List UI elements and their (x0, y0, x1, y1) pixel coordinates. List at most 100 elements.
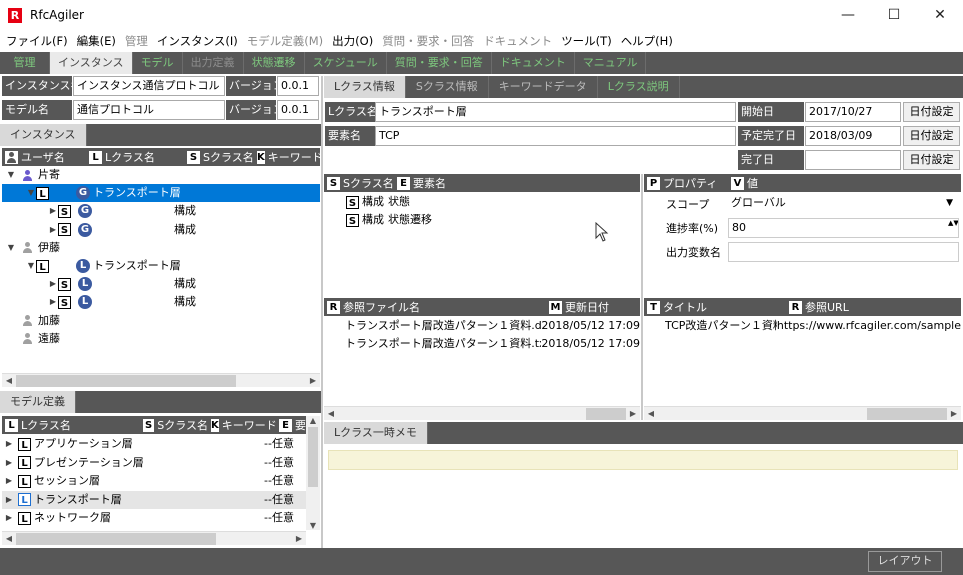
tree-row[interactable]: ▼ L L トランスポート層 (2, 257, 320, 275)
menu-item-1[interactable]: 編集(E) (77, 33, 116, 49)
property-value-spinner[interactable]: 80 ▲▼ (728, 218, 959, 238)
tab-model-definition[interactable]: モデル定義 (0, 391, 76, 413)
right-tab-1[interactable]: Sクラス情報 (406, 76, 489, 98)
toolbar-tab-1[interactable]: インスタンス (50, 52, 133, 74)
expand-arrow-icon[interactable]: ▶ (48, 221, 58, 239)
expand-arrow-icon[interactable]: ▼ (26, 257, 36, 275)
model-header-col-1[interactable]: S Sクラス名 (140, 417, 208, 433)
instance-header-col-2[interactable]: S Sクラス名 (184, 149, 254, 165)
ref-file-row[interactable]: トランスポート層改造パターン１資料.docx 2018/05/12 17:09 (345, 317, 640, 335)
right-tab-2[interactable]: キーワードデータ (489, 76, 598, 98)
scroll-right-icon[interactable]: ▶ (947, 409, 961, 418)
url-header-col-0[interactable]: T タイトル (644, 299, 786, 315)
scroll-down-icon[interactable]: ▼ (310, 521, 316, 530)
model-row[interactable]: ▶ L プレゼンテーション層 --任意 (2, 454, 306, 472)
model-row[interactable]: ▶ L ネットワーク層 --任意 (2, 509, 306, 527)
ref-header-col-0[interactable]: R 参照ファイル名 (324, 299, 546, 315)
instance-header-col-0[interactable]: ユーザ名 (2, 149, 86, 165)
expand-arrow-icon[interactable]: ▶ (4, 528, 14, 531)
instance-tree-hscrollbar[interactable]: ◀ ▶ (2, 373, 320, 387)
planned-date-button[interactable]: 日付設定 (903, 126, 960, 146)
expand-arrow-icon[interactable]: ▶ (48, 275, 58, 293)
model-version-field[interactable]: 0.0.1 (277, 100, 319, 120)
toolbar-tab-7[interactable]: ドキュメント (492, 52, 575, 74)
scroll-right-icon[interactable]: ▶ (306, 376, 320, 385)
element-name-field[interactable]: TCP (375, 126, 736, 146)
tree-row[interactable]: ▶ S G 構成 (2, 221, 320, 239)
vscroll-thumb[interactable] (308, 427, 318, 487)
toolbar-tab-5[interactable]: スケジュール (305, 52, 387, 74)
ref-files-hscrollbar[interactable]: ◀ ▶ (324, 406, 640, 420)
menu-item-0[interactable]: ファイル(F) (6, 33, 68, 49)
toolbar-tab-6[interactable]: 質問・要求・回答 (387, 52, 492, 74)
scroll-left-icon[interactable]: ◀ (2, 534, 16, 543)
expand-arrow-icon[interactable]: ▶ (4, 472, 14, 490)
model-tree-hscrollbar[interactable]: ◀ ▶ (2, 531, 306, 545)
menu-item-9[interactable]: ヘルプ(H) (621, 33, 673, 49)
maximize-button[interactable]: ☐ (871, 0, 917, 30)
model-header-col-3[interactable]: E要 (276, 417, 306, 433)
ref-urls-hscrollbar[interactable]: ◀ ▶ (644, 406, 961, 420)
scroll-thumb[interactable] (16, 374, 236, 387)
model-row[interactable]: ▶ L トランスポート層 --任意 (2, 490, 306, 509)
menu-item-7[interactable]: ドキュメント (483, 33, 552, 49)
expand-arrow-icon[interactable]: ▶ (48, 293, 58, 311)
tree-row[interactable]: ▶ S L 構成 (2, 293, 320, 311)
menu-item-5[interactable]: 出力(O) (332, 33, 373, 49)
tree-row[interactable]: ▶ S L 構成 (2, 275, 320, 293)
model-row[interactable]: ▶Lデータリンク層 (2, 528, 306, 531)
sclass-header-col-0[interactable]: S Sクラス名 (324, 175, 394, 191)
sclass-row[interactable]: S 構成 状態遷移 (346, 211, 432, 229)
start-date-button[interactable]: 日付設定 (903, 102, 960, 122)
scroll-left-icon[interactable]: ◀ (324, 409, 338, 418)
dropdown-arrow-icon[interactable]: ▼ (946, 194, 953, 212)
start-date-field[interactable]: 2017/10/27 (805, 102, 901, 122)
model-name-field[interactable]: 通信プロトコル (73, 100, 225, 120)
model-tree-vscrollbar[interactable]: ▲ ▼ (306, 416, 320, 530)
expand-arrow-icon[interactable]: ▶ (4, 454, 14, 472)
tree-user-row[interactable]: ▼ 伊藤 (2, 239, 320, 257)
toolbar-tab-8[interactable]: マニュアル (575, 52, 647, 74)
prop-header-col-0[interactable]: P プロパティ (644, 175, 728, 191)
scroll-right-icon[interactable]: ▶ (626, 409, 640, 418)
model-row[interactable]: ▶ L アプリケーション層 --任意 (2, 435, 306, 453)
menu-item-8[interactable]: ツール(T) (561, 33, 612, 49)
menu-item-4[interactable]: モデル定義(M) (247, 33, 323, 49)
toolbar-tab-4[interactable]: 状態遷移 (244, 52, 305, 74)
memo-textarea[interactable] (328, 450, 958, 470)
scroll-left-icon[interactable]: ◀ (2, 376, 16, 385)
right-tab-3[interactable]: Lクラス説明 (598, 76, 680, 98)
tree-user-row[interactable]: 遠藤 (2, 330, 320, 348)
vertical-splitter[interactable] (321, 76, 323, 548)
menu-item-3[interactable]: インスタンス(I) (157, 33, 238, 49)
url-header-col-1[interactable]: R 参照URL (786, 299, 961, 315)
scroll-left-icon[interactable]: ◀ (644, 409, 658, 418)
planned-date-field[interactable]: 2018/03/09 (805, 126, 901, 146)
scroll-thumb[interactable] (867, 407, 947, 420)
scroll-thumb[interactable] (16, 532, 216, 545)
done-date-button[interactable]: 日付設定 (903, 150, 960, 170)
scroll-up-icon[interactable]: ▲ (310, 416, 316, 425)
scroll-right-icon[interactable]: ▶ (292, 534, 306, 543)
model-header-col-2[interactable]: K キーワード (208, 417, 276, 433)
tree-row[interactable]: ▼ L G トランスポート層 (2, 184, 320, 203)
close-button[interactable]: ✕ (917, 0, 963, 30)
expand-arrow-icon[interactable]: ▶ (4, 509, 14, 527)
ref-header-col-1[interactable]: M 更新日付 (546, 299, 640, 315)
menu-item-6[interactable]: 質問・要求・回答 (382, 33, 474, 49)
ref-url-row[interactable]: TCP改造パターン１資料 https://www.rfcagiler.com/sa… (665, 317, 961, 335)
property-value-select[interactable]: グローバル ▼ (728, 194, 959, 214)
right-tab-0[interactable]: Lクラス情報 (324, 76, 406, 98)
model-header-col-0[interactable]: L Lクラス名 (2, 417, 140, 433)
property-value-text[interactable] (728, 242, 959, 262)
minimize-button[interactable]: — (825, 0, 871, 30)
tab-lclass-memo[interactable]: Lクラス一時メモ (324, 422, 428, 444)
instance-header-col-3[interactable]: K キーワード (254, 149, 320, 165)
tree-row[interactable]: ▶ S G 構成 (2, 202, 320, 220)
ref-file-row[interactable]: トランスポート層改造パターン１資料.txt 2018/05/12 17:09 (345, 335, 640, 353)
instance-name-field[interactable]: インスタンス通信プロトコル (73, 76, 225, 96)
expand-arrow-icon[interactable]: ▼ (6, 166, 16, 184)
expand-arrow-icon[interactable]: ▼ (6, 239, 16, 257)
expand-arrow-icon[interactable]: ▶ (4, 491, 14, 509)
menu-item-2[interactable]: 管理 (125, 33, 148, 49)
